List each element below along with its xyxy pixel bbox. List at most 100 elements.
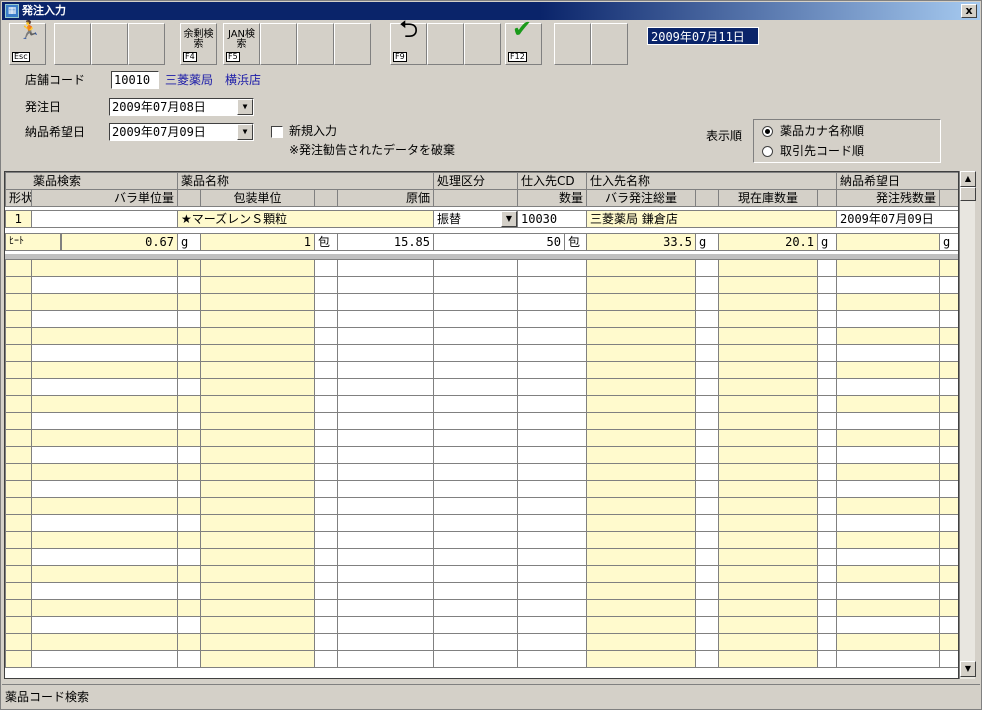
grid-cell[interactable] [5,412,32,430]
grid-cell[interactable] [817,463,837,481]
grid-cell[interactable] [31,361,178,379]
grid-cell[interactable] [718,616,818,634]
grid-cell[interactable] [433,259,518,277]
grid-cell[interactable] [586,480,696,498]
grid-cell[interactable] [200,497,315,515]
grid-cell[interactable] [517,616,587,634]
grid-cell[interactable] [718,633,818,651]
grid-cell[interactable] [939,497,958,515]
unit-qty-cell[interactable]: 0.67 [61,233,178,251]
grid-cell[interactable] [836,633,940,651]
grid-cell[interactable] [31,616,178,634]
grid-cell[interactable] [836,582,940,600]
grid-cell[interactable] [817,395,837,413]
grid-cell[interactable] [31,276,178,294]
grid-cell[interactable] [433,361,518,379]
grid-cell[interactable] [939,310,958,328]
grid-cell[interactable] [31,633,178,651]
grid-cell[interactable] [433,480,518,498]
grid-cell[interactable] [200,361,315,379]
grid-cell[interactable] [177,412,201,430]
grid-cell[interactable] [817,480,837,498]
grid-cell[interactable] [695,276,719,294]
table-row[interactable] [5,514,958,532]
grid-cell[interactable] [517,327,587,345]
grid-cell[interactable] [314,633,338,651]
grid-cell[interactable] [200,582,315,600]
toolbar-button-blank-3[interactable] [128,23,165,65]
grid-cell[interactable] [337,599,434,617]
grid-cell[interactable] [433,514,518,532]
grid-cell[interactable] [200,378,315,396]
grid-cell[interactable] [836,310,940,328]
grid-cell[interactable] [177,344,201,362]
grid-cell[interactable] [718,548,818,566]
grid-cell[interactable] [939,599,958,617]
grid-cell[interactable] [695,378,719,396]
close-button[interactable]: x [961,4,977,18]
grid-cell[interactable] [31,395,178,413]
toolbar-button-blank-1[interactable] [54,23,91,65]
grid-cell[interactable] [939,412,958,430]
grid-cell[interactable] [177,310,201,328]
grid-cell[interactable] [517,293,587,311]
grid-cell[interactable] [939,293,958,311]
grid-cell[interactable] [5,548,32,566]
grid-cell[interactable] [836,344,940,362]
grid-cell[interactable] [836,276,940,294]
grid-cell[interactable] [817,259,837,277]
grid-cell[interactable] [718,276,818,294]
grid-cell[interactable] [517,480,587,498]
grid-cell[interactable] [695,327,719,345]
table-row[interactable] [5,446,958,464]
grid-cell[interactable] [177,446,201,464]
grid-cell[interactable] [586,276,696,294]
grid-cell[interactable] [337,497,434,515]
grid-cell[interactable] [337,412,434,430]
drug-search-input[interactable] [31,210,178,228]
grid-cell[interactable] [718,463,818,481]
table-row[interactable] [5,361,958,379]
cost-cell[interactable]: 15.85 [337,233,434,251]
grid-cell[interactable] [836,429,940,447]
grid-cell[interactable] [817,497,837,515]
grid-cell[interactable] [817,293,837,311]
grid-cell[interactable] [695,616,719,634]
unit-cell[interactable]: g [177,233,201,251]
table-row[interactable] [5,633,958,651]
grid-scrollbar[interactable]: ▲ ▼ [959,171,976,679]
grid-cell[interactable] [433,565,518,583]
grid-cell[interactable] [517,344,587,362]
grid-cell[interactable] [31,582,178,600]
grid-cell[interactable] [5,276,32,294]
grid-cell[interactable] [695,514,719,532]
grid-cell[interactable] [337,463,434,481]
table-row[interactable] [5,497,958,515]
grid-cell[interactable] [31,429,178,447]
grid-cell[interactable] [337,293,434,311]
grid-cell[interactable] [337,395,434,413]
grid-cell[interactable] [314,395,338,413]
grid-cell[interactable] [517,497,587,515]
grid-cell[interactable] [314,480,338,498]
grid-cell[interactable] [817,616,837,634]
grid-cell[interactable] [337,429,434,447]
grid-cell[interactable] [836,565,940,583]
grid-cell[interactable] [695,429,719,447]
grid-cell[interactable] [695,565,719,583]
grid-cell[interactable] [586,463,696,481]
grid-cell[interactable] [718,378,818,396]
grid-cell[interactable] [718,514,818,532]
grid-cell[interactable] [314,531,338,549]
toolbar-button-blank-2[interactable] [91,23,128,65]
grid-cell[interactable] [177,361,201,379]
stock-unit-cell[interactable]: g [817,233,837,251]
drug-name-cell[interactable]: ★マーズレンＳ顆粒 [177,210,434,228]
grid-cell[interactable] [817,378,837,396]
grid-cell[interactable] [200,531,315,549]
grid-cell[interactable] [433,412,518,430]
grid-cell[interactable] [433,310,518,328]
backorder-unit-cell[interactable]: g [939,233,958,251]
grid-cell[interactable] [586,310,696,328]
grid-cell[interactable] [314,293,338,311]
